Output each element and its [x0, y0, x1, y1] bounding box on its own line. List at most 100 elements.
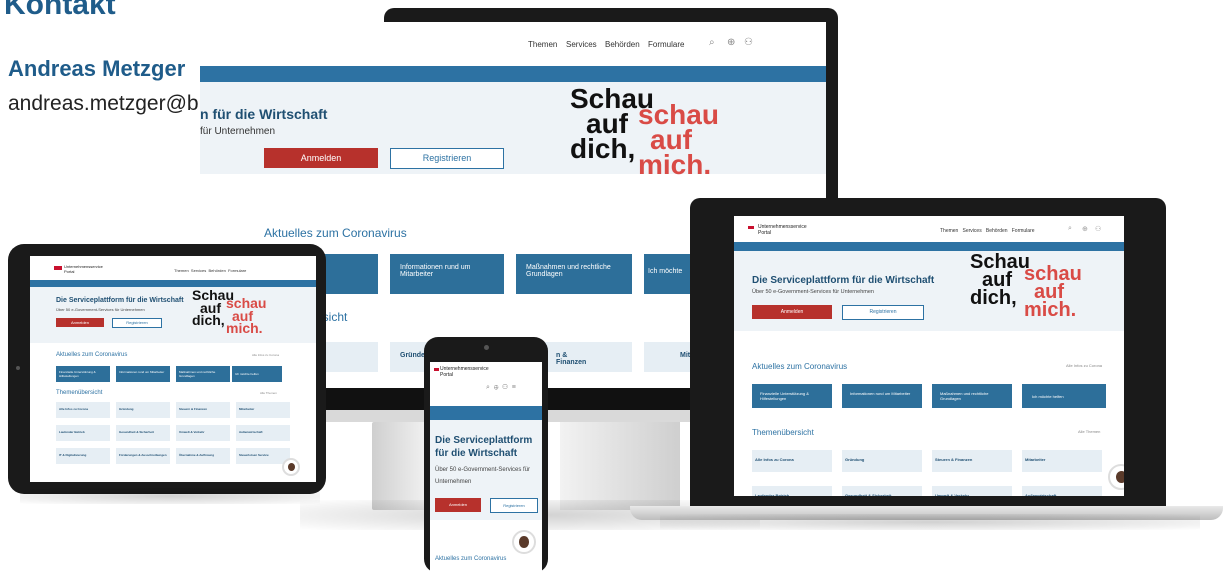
laptop-user-icon[interactable]: ⚇ [1095, 225, 1101, 233]
nav-formulare[interactable]: Formulare [648, 40, 684, 49]
contact-title: Kontakt [4, 0, 116, 21]
laptop-topic-tile[interactable]: Gesundheit & Sicherheit [842, 486, 922, 496]
lnav-themen[interactable]: Themen [940, 228, 958, 234]
laptop-language-icon[interactable]: ⊕ [1082, 225, 1088, 233]
laptop-topic-tile[interactable]: Umwelt & Verkehr [932, 486, 1012, 496]
laptop-search-icon[interactable]: ⌕ [1068, 225, 1072, 233]
phone-hero-subtitle: Über 50 e-Government-Services für Unterne… [435, 464, 539, 488]
phone-bluebar [430, 406, 542, 420]
tablet-bluebar [30, 280, 316, 287]
phone-corona-heading: Aktuelles zum Coronavirus [435, 556, 507, 562]
tablet-portal-name: Unternehmensservice Portal [64, 264, 103, 274]
tablet-hero-subtitle: Über 50 e-Government-Services für Untern… [56, 307, 145, 312]
tablet-login-button[interactable]: Anmelden [56, 318, 104, 327]
tablet-topic-tile[interactable]: Gründung [116, 402, 170, 418]
corona-tile-3[interactable]: Maßnahmen und rechtliche Grundlagen [516, 254, 632, 294]
phone-hero: Die Serviceplattform für die Wirtschaft Ü… [430, 420, 542, 520]
tablet-register-button[interactable]: Registrieren [112, 318, 162, 328]
chat-avatar-icon[interactable] [282, 458, 300, 476]
login-button[interactable]: Anmelden [264, 148, 378, 168]
tablet-topic-tile[interactable]: Außenwirtschaft [236, 425, 290, 441]
monitor-hero: n für die Wirtschaft für Unternehmen Anm… [200, 82, 826, 179]
laptop-topic-tile[interactable]: Außenwirtschaft [1022, 486, 1102, 496]
phone-register-button[interactable]: Registrieren [490, 498, 538, 513]
laptop-topic-tile[interactable]: Laufender Betrieb [752, 486, 832, 496]
user-icon[interactable]: ⚇ [744, 37, 753, 48]
tablet-corona-tile-1[interactable]: Finanzielle Unterstützung & Hilfestellun… [56, 366, 110, 382]
laptop-corona-tile-1[interactable]: Finanzielle Unterstützung & Hilfestellun… [752, 384, 832, 408]
phone-language-icon[interactable]: ⊕ [494, 384, 499, 391]
laptop-slogan-red: schau auf mich. [1024, 264, 1082, 321]
tablet-screen: Unternehmensservice Portal Themen Service… [30, 256, 316, 482]
tablet-topic-tile[interactable]: Gesundheit & Sicherheit [116, 425, 170, 441]
hero-title: n für die Wirtschaft [200, 106, 328, 122]
laptop-topics-heading: Themenübersicht [752, 428, 814, 437]
corona-tile-2[interactable]: Informationen rund um Mitarbeiter [390, 254, 504, 294]
phone-toolbar: ⌕ ⊕ ⚇ ≡ [486, 384, 516, 392]
laptop-hero-title: Die Serviceplattform für die Wirtschaft [752, 275, 935, 286]
tablet-topic-tile[interactable]: Laufender Betrieb [56, 425, 110, 441]
l-slogan-r3: mich. [1024, 299, 1077, 321]
tablet-topic-tile[interactable]: IT & Digitalisierung [56, 448, 110, 464]
laptop-bluebar [734, 242, 1124, 251]
tablet-corona-tile-2[interactable]: Informationen rund um Mitarbeiter [116, 366, 170, 382]
lnav-services[interactable]: Services [963, 228, 982, 234]
lnav-formulare[interactable]: Formulare [1012, 228, 1035, 234]
p-hero-sub-1: Über 50 e-Government-Services für [435, 467, 531, 473]
search-icon[interactable]: ⌕ [709, 37, 715, 48]
tablet-corona-tile-3[interactable]: Maßnahmen und rechtliche Grundlagen [176, 366, 230, 382]
phone-menu-icon[interactable]: ≡ [512, 384, 516, 391]
tablet-topic-tile[interactable]: Steuern & Finanzen [176, 402, 230, 418]
phone-login-button[interactable]: Anmelden [435, 498, 481, 512]
l-slogan-3: dich, [970, 287, 1017, 309]
tablet-topic-tile[interactable]: Mitarbeiter [236, 402, 290, 418]
phone-chat-avatar-icon[interactable] [512, 530, 536, 554]
laptop-topic-tile[interactable]: Gründung [842, 450, 922, 472]
laptop-corona-tile-4[interactable]: Ich möchte helfen [1022, 384, 1106, 408]
language-icon[interactable]: ⊕ [727, 37, 735, 48]
phone-hero-title: Die Serviceplattform für die Wirtschaft [435, 434, 532, 460]
laptop-hero-subtitle: Über 50 e-Government-Services für Untern… [752, 289, 874, 295]
phone-search-icon[interactable]: ⌕ [486, 384, 490, 391]
tnav-services[interactable]: Services [191, 268, 206, 273]
laptop-topic-tile[interactable]: Steuern & Finanzen [932, 450, 1012, 472]
laptop-login-button[interactable]: Anmelden [752, 305, 832, 319]
tnav-formulare[interactable]: Formulare [228, 268, 246, 273]
laptop-corona-tile-3[interactable]: Maßnahmen und rechtliche Grundlagen [932, 384, 1012, 408]
tablet-corona-heading: Aktuelles zum Coronavirus [56, 352, 128, 358]
tablet-corona-more[interactable]: Alle Infos zu Corona [252, 353, 279, 357]
tablet-topic-tile[interactable]: Übernahme & Auflösung [176, 448, 230, 464]
portal-logo-icon [54, 266, 62, 270]
p-hero-sub-2: Unternehmen [435, 479, 472, 485]
tnav-behoerden[interactable]: Behörden [209, 268, 226, 273]
phone-user-icon[interactable]: ⚇ [502, 384, 508, 391]
laptop-topics-more[interactable]: Alle Themen [1078, 429, 1100, 434]
laptop-chat-avatar-icon[interactable] [1108, 464, 1124, 490]
laptop-corona-tile-2[interactable]: Informationen rund um Mitarbeiter [842, 384, 922, 408]
tablet-topics-more[interactable]: Alle Themen [260, 391, 277, 395]
nav-behoerden[interactable]: Behörden [605, 40, 640, 49]
nav-themen[interactable]: Themen [528, 40, 557, 49]
tablet-topic-tile[interactable]: Steuerlotsen Service [236, 448, 290, 464]
tablet-hero-title: Die Serviceplattform für die Wirtschaft [56, 297, 184, 304]
tablet-corona-tile-4[interactable]: Ich möchte helfen [232, 366, 282, 382]
register-button[interactable]: Registrieren [390, 148, 504, 169]
phone-portal-name: Unternehmensservice Portal [440, 366, 489, 378]
p-hero-title-2: für die Wirtschaft [435, 448, 518, 459]
nav-services[interactable]: Services [566, 40, 597, 49]
l-portal-name-2: Portal [758, 230, 772, 236]
monitor-stand-right [560, 422, 680, 510]
tablet-topic-tile[interactable]: Umwelt & Verkehr [176, 425, 230, 441]
tablet-nav: Themen Services Behörden Formulare [174, 268, 246, 273]
p-hero-title-1: Die Serviceplattform [435, 435, 533, 446]
laptop-corona-more[interactable]: Alle Infos zu Corona [1066, 363, 1102, 368]
tnav-themen[interactable]: Themen [174, 268, 189, 273]
portal-name-2: Portal [64, 269, 75, 274]
laptop-topic-tile[interactable]: Alle Infos zu Corona [752, 450, 832, 472]
laptop-register-button[interactable]: Registrieren [842, 305, 924, 320]
phone-screen: Unternehmensservice Portal ⌕ ⊕ ⚇ ≡ Die Se… [430, 362, 542, 573]
tablet-topic-tile[interactable]: Alle Infos zu Corona [56, 402, 110, 418]
laptop-topic-tile[interactable]: Mitarbeiter [1022, 450, 1102, 472]
lnav-behoerden[interactable]: Behörden [986, 228, 1008, 234]
tablet-topic-tile[interactable]: Förderungen & Ausschreibungen [116, 448, 170, 464]
